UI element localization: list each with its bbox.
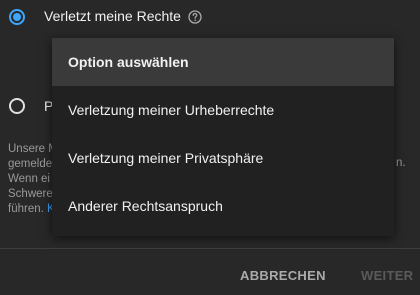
next-button[interactable]: WEITER (361, 268, 413, 283)
info-trailing-text: n. (396, 157, 406, 169)
radio-option-2[interactable] (9, 98, 25, 114)
option-label-violates-rights: Verletzt meine Rechte (44, 8, 181, 24)
reason-dropdown-menu: Option auswählen Verletzung meiner Urheb… (52, 38, 394, 236)
radio-violates-rights[interactable] (9, 9, 25, 25)
info-line-text: führen. (8, 203, 44, 215)
dropdown-item-copyright[interactable]: Verletzung meiner Urheberrechte (52, 86, 394, 134)
report-dialog: Verletzt meine Rechte P Unsere M gemelde… (0, 0, 420, 295)
help-icon[interactable] (188, 10, 202, 24)
dropdown-item-privacy[interactable]: Verletzung meiner Privatsphäre (52, 134, 394, 182)
footer-divider (0, 248, 420, 249)
cancel-button[interactable]: ABBRECHEN (240, 268, 326, 283)
dropdown-item-select-option[interactable]: Option auswählen (52, 38, 394, 86)
dropdown-item-other-legal-claim[interactable]: Anderer Rechtsanspruch (52, 182, 394, 230)
